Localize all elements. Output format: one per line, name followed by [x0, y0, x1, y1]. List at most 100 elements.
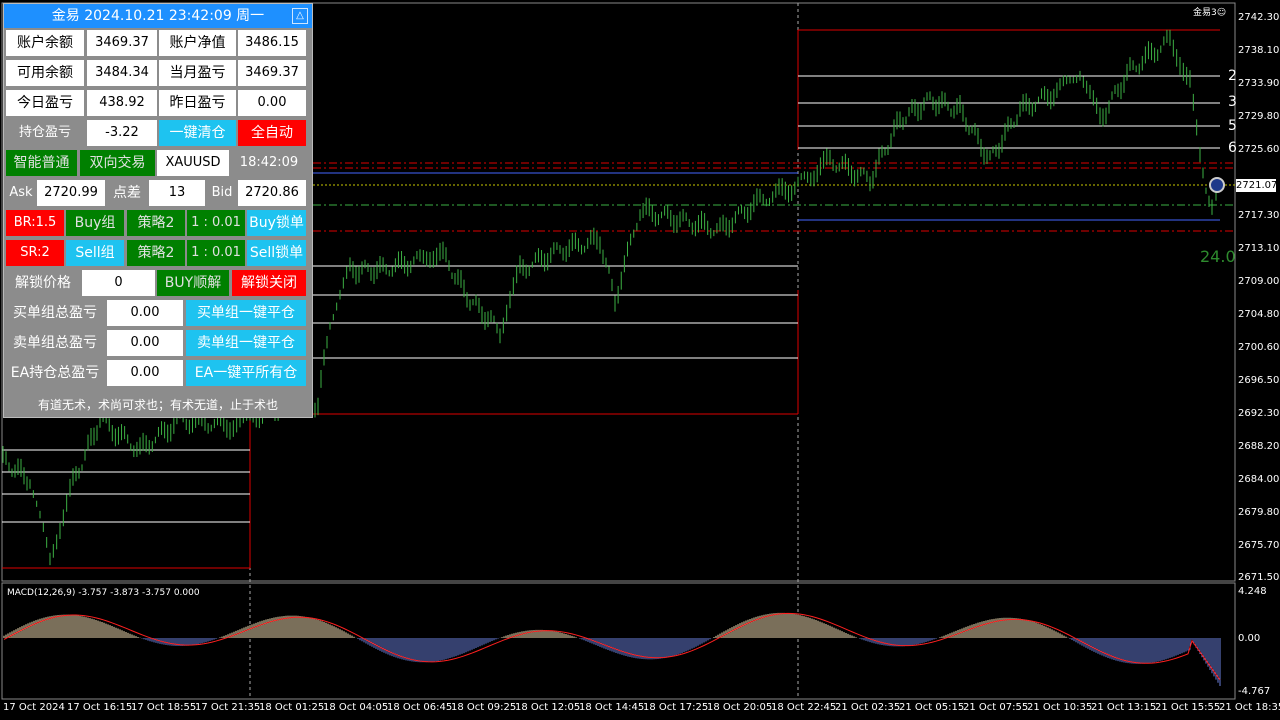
- sell-group-button[interactable]: Sell组: [66, 240, 124, 266]
- account-field-label: 当月盈亏: [159, 60, 236, 86]
- price-tick-label: 2709.00: [1238, 276, 1280, 287]
- time-tick-label: 18 Oct 22:45: [771, 702, 837, 713]
- level-label: 5: [1228, 118, 1237, 134]
- position-pl-label: 持仓盈亏: [6, 120, 84, 146]
- sr-button[interactable]: SR:2: [6, 240, 64, 266]
- sell-close-button[interactable]: 卖单组一键平仓: [186, 330, 306, 356]
- macd-indicator-label: MACD(12,26,9) -3.757 -3.873 -3.757 0.000: [7, 588, 200, 598]
- time-tick-label: 18 Oct 09:25: [451, 702, 517, 713]
- crosshair-icon[interactable]: [1209, 177, 1225, 193]
- price-tick-label: 2688.20: [1238, 441, 1280, 452]
- sell-lock-button[interactable]: Sell锁单: [247, 240, 306, 266]
- macd-tick-label: 4.248: [1238, 586, 1267, 597]
- level-label: 3: [1228, 94, 1237, 110]
- ea-total-label: EA持仓总盈亏: [4, 360, 106, 386]
- smart-mode-button[interactable]: 智能普通: [6, 150, 77, 176]
- sell-total-value: 0.00: [107, 330, 183, 356]
- buy-group-button[interactable]: Buy组: [66, 210, 124, 236]
- price-tick-label: 2717.30: [1238, 210, 1280, 221]
- price-tick-label: 2704.80: [1238, 309, 1280, 320]
- account-field-value: 3469.37: [87, 30, 157, 56]
- auto-mode-button[interactable]: 全自动: [238, 120, 306, 146]
- price-tick-label: 2696.50: [1238, 375, 1280, 386]
- ea-close-all-button[interactable]: EA一键平所有仓: [186, 360, 306, 386]
- account-field-label: 账户净值: [159, 30, 236, 56]
- time-tick-label: 18 Oct 17:25: [643, 702, 709, 713]
- price-tick-label: 2679.80: [1238, 507, 1280, 518]
- macd-tick-label: 0.00: [1238, 633, 1261, 644]
- sell-ratio-field[interactable]: 1 : 0.01: [187, 240, 245, 266]
- unlock-price-label: 解锁价格: [6, 270, 80, 296]
- smiley-icon: ☺: [1216, 8, 1227, 18]
- price-tick-label: 2738.10: [1238, 45, 1280, 56]
- time-tick-label: 17 Oct 21:35: [195, 702, 261, 713]
- panel-motto: 有道无术，术尚可求也；有术无道，止于术也: [37, 398, 278, 412]
- collapse-icon[interactable]: △: [292, 8, 308, 24]
- time-tick-label: 21 Oct 02:35: [835, 702, 901, 713]
- time-tick-label: 18 Oct 06:45: [387, 702, 453, 713]
- price-tick-label: 2725.60: [1238, 144, 1280, 155]
- ask-value: 2720.99: [37, 180, 105, 206]
- account-field-value: 0.00: [238, 90, 306, 116]
- ea-total-value: 0.00: [107, 360, 183, 386]
- time-tick-label: 18 Oct 14:45: [579, 702, 645, 713]
- sell-strategy-select[interactable]: 策略2: [127, 240, 185, 266]
- buy-total-label: 买单组总盈亏: [4, 300, 106, 326]
- time-tick-label: 17 Oct 18:55: [131, 702, 197, 713]
- panel-title-text: 金易 2024.10.21 23:42:09 周一: [51, 8, 265, 24]
- price-tick-label: 2692.30: [1238, 408, 1280, 419]
- panel-title[interactable]: 金易 2024.10.21 23:42:09 周一 △: [4, 4, 312, 28]
- br-button[interactable]: BR:1.5: [6, 210, 64, 236]
- server-time: 18:42:09: [232, 150, 306, 176]
- buy-close-button[interactable]: 买单组一键平仓: [186, 300, 306, 326]
- buy-unlock-button[interactable]: BUY顺解: [157, 270, 229, 296]
- spread-value: 13: [149, 180, 205, 206]
- time-tick-label: 18 Oct 04:05: [323, 702, 389, 713]
- level-label: 6: [1228, 140, 1237, 156]
- price-tick-label: 2742.30: [1238, 12, 1280, 23]
- time-tick-label: 17 Oct 2024: [3, 702, 65, 713]
- time-tick-label: 17 Oct 16:15: [67, 702, 133, 713]
- time-tick-label: 18 Oct 01:25: [259, 702, 325, 713]
- spread-label: 点差: [107, 180, 147, 206]
- price-tick-label: 2675.70: [1238, 540, 1280, 551]
- time-tick-label: 21 Oct 15:55: [1155, 702, 1221, 713]
- account-field-value: 3486.15: [238, 30, 306, 56]
- bid-label: Bid: [207, 180, 237, 206]
- buy-strategy-select[interactable]: 策略2: [127, 210, 185, 236]
- time-tick-label: 21 Oct 10:35: [1027, 702, 1093, 713]
- macd-tick-label: -4.767: [1238, 686, 1271, 697]
- account-field-label: 昨日盈亏: [159, 90, 236, 116]
- unlock-close-button[interactable]: 解锁关闭: [232, 270, 306, 296]
- account-field-label: 今日盈亏: [6, 90, 84, 116]
- account-field-label: 账户余额: [6, 30, 84, 56]
- unlock-price-input[interactable]: 0: [82, 270, 155, 296]
- time-tick-label: 21 Oct 13:15: [1091, 702, 1157, 713]
- two-way-button[interactable]: 双向交易: [80, 150, 155, 176]
- time-tick-label: 21 Oct 07:55: [963, 702, 1029, 713]
- buy-lock-button[interactable]: Buy锁单: [247, 210, 306, 236]
- price-tick-label: 2733.90: [1238, 78, 1280, 89]
- ea-control-panel: 金易 2024.10.21 23:42:09 周一 △ 账户余额 3469.37 账…: [3, 3, 313, 418]
- time-tick-label: 18 Oct 12:05: [515, 702, 581, 713]
- time-tick-label: 21 Oct 18:35: [1219, 702, 1280, 713]
- account-field-value: 3469.37: [238, 60, 306, 86]
- close-all-button[interactable]: 一键清仓: [159, 120, 236, 146]
- bid-value: 2720.86: [238, 180, 306, 206]
- time-tick-label: 18 Oct 20:05: [707, 702, 773, 713]
- account-field-value: 3484.34: [87, 60, 157, 86]
- price-tick-label: 2713.10: [1238, 243, 1280, 254]
- ask-label: Ask: [6, 180, 36, 206]
- price-tick-label: 2700.60: [1238, 342, 1280, 353]
- level-label: 2: [1228, 68, 1237, 84]
- price-tick-label: 2671.50: [1238, 572, 1280, 583]
- account-field-value: 438.92: [87, 90, 157, 116]
- ea-name-label: 金易3☺: [1193, 8, 1227, 18]
- buy-ratio-field[interactable]: 1 : 0.01: [187, 210, 245, 236]
- price-tick-label: 2729.80: [1238, 111, 1280, 122]
- symbol-field: XAUUSD: [157, 150, 229, 176]
- buy-total-value: 0.00: [107, 300, 183, 326]
- profit-points-label: 24.0: [1200, 247, 1236, 266]
- position-pl-value: -3.22: [87, 120, 157, 146]
- price-tick-label: 2684.00: [1238, 474, 1280, 485]
